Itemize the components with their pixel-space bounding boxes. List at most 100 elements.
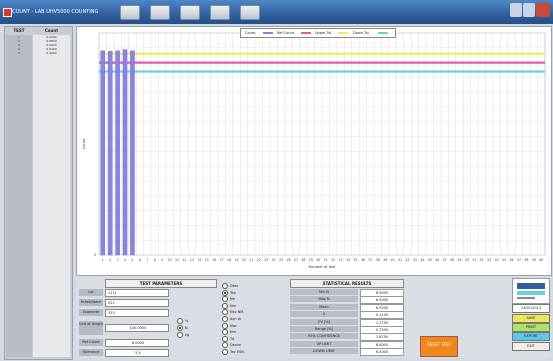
x-tick-label: 57 — [517, 258, 521, 262]
x-tick-label: 33 — [339, 258, 343, 262]
close-button[interactable] — [536, 3, 550, 17]
ref-count-label: Ref Count — [79, 339, 103, 346]
test-parameters-heading: TEST PARAMETERS — [105, 279, 217, 288]
x-axis-label: Number of test — [308, 265, 336, 269]
yarn-unit-radio[interactable]: den tk — [222, 316, 241, 322]
radio-circle-icon — [177, 318, 183, 324]
x-tick-label: 6 — [139, 258, 141, 262]
x-tick-label: 27 — [294, 258, 298, 262]
maximize-button[interactable] — [523, 3, 535, 17]
x-tick-label: 35 — [353, 258, 357, 262]
yarn-unit-label: Nec NM — [230, 310, 244, 315]
x-tick-label: 48 — [450, 258, 454, 262]
count-bar — [122, 49, 128, 256]
yarn-unit-radio[interactable]: Ne — [222, 296, 235, 303]
unit-radio-label: N — [185, 326, 188, 330]
y-tick-label: 0 — [94, 253, 96, 257]
exit-button[interactable]: EXIT — [512, 342, 550, 351]
x-tick-label: 39 — [383, 258, 387, 262]
pallet-label: Pallet/Batch — [79, 299, 103, 306]
lot-input[interactable]: 1111 — [105, 289, 169, 297]
unit-radio-0[interactable]: % — [177, 318, 188, 324]
x-tick-label: 37 — [368, 258, 372, 262]
yarn-unit-radio[interactable]: Nm — [222, 329, 237, 336]
unit-radio-1[interactable]: N — [177, 325, 188, 331]
ref-count-input[interactable]: 6.0000 — [105, 339, 169, 347]
test-parameters-panel: TEST PARAMETERS Lot 1111 Pallet/Batch 22… — [79, 279, 217, 358]
x-tick-label: 8 — [154, 258, 156, 262]
minimize-button[interactable] — [510, 3, 522, 17]
radio-circle-icon — [177, 332, 183, 338]
yarn-unit-radio[interactable]: Tex ESN — [222, 349, 244, 355]
yarn-unit-radio[interactable]: Dtex — [222, 283, 238, 289]
unit-radio-2[interactable]: kg — [177, 332, 189, 338]
count-bar — [115, 50, 120, 256]
x-tick-label: 44 — [420, 258, 424, 262]
yarn-unit-radio[interactable]: Tex — [222, 289, 236, 296]
x-tick-label: 46 — [435, 258, 439, 262]
yarn-unit-radio[interactable]: Denier — [222, 342, 242, 349]
x-tick-label: 54 — [495, 258, 499, 262]
x-tick-label: 32 — [331, 258, 335, 262]
yarn-unit-radio[interactable]: Nwr — [222, 322, 237, 329]
yarn-unit-radio[interactable]: Nm — [222, 302, 236, 309]
x-tick-label: 26 — [287, 258, 291, 262]
stat-label: Min N — [290, 289, 358, 295]
yarn-unit-label: Td — [230, 336, 235, 341]
stat-label: Max N — [290, 296, 358, 303]
x-tick-label: 28 — [301, 258, 305, 262]
x-tick-label: 7 — [146, 258, 148, 262]
x-tick-label: 30 — [316, 258, 320, 262]
x-tick-label: 55 — [502, 258, 506, 262]
toolbar-button-1[interactable] — [120, 5, 140, 20]
toolbar-button-5[interactable] — [240, 5, 260, 20]
examiner-input[interactable]: 333 — [105, 309, 169, 317]
save-button[interactable]: SAVE — [512, 314, 550, 323]
x-tick-label: 15 — [205, 258, 209, 262]
chart-svg: 1 2 3 4 5 6 7 8 9 10 11 12 13 14 15 16 17 18 19 20 21 22 23 24 2… — [82, 32, 546, 269]
test-number-list[interactable]: 12345 — [6, 35, 32, 357]
unit-radio-label: kg — [185, 333, 190, 337]
x-tick-label: 34 — [346, 258, 350, 262]
toolbar-button-3[interactable] — [180, 5, 200, 20]
export-button[interactable]: EXPORT — [512, 332, 550, 341]
x-tick-label: 53 — [487, 258, 491, 262]
x-tick-label: 17 — [220, 258, 224, 262]
x-tick-label: 13 — [190, 258, 194, 262]
test-column-header: TEST — [13, 28, 25, 33]
x-tick-label: 9 — [161, 258, 163, 262]
radio-circle-icon — [222, 296, 228, 303]
x-tick-label: 38 — [376, 258, 380, 262]
x-tick-label: 10 — [168, 258, 172, 262]
count-value-cell: 6.9000 — [46, 51, 57, 55]
x-tick-label: 58 — [524, 258, 528, 262]
count-value-list[interactable]: 6.9000 6.8800 6.9000 6.9400 6.9000 — [33, 35, 70, 357]
yarn-unit-radio[interactable]: Nec NM — [222, 309, 244, 316]
tolerance-input[interactable]: 5.5 — [105, 349, 169, 357]
toolbar-button-4[interactable] — [210, 5, 230, 20]
x-tick-label: 25 — [279, 258, 283, 262]
legend-upper-tol: Upper Tol — [315, 31, 332, 35]
pallet-input[interactable]: 222 — [105, 299, 169, 307]
yarn-unit-label: Nm — [230, 330, 237, 335]
yarn-unit-radio[interactable]: Td — [222, 335, 235, 342]
radio-circle-icon — [222, 316, 228, 322]
yarn-unit-label: Dtex — [230, 284, 239, 288]
radio-circle-icon — [177, 325, 183, 331]
x-tick-label: 21 — [249, 258, 253, 262]
count-chart: 1 2 3 4 5 6 7 8 9 10 11 12 13 14 15 16 17 18 19 20 21 22 23 24 2… — [76, 26, 552, 276]
legend-upper-swatch — [338, 32, 348, 34]
chart-legend: Count Ref Count Upper Tol Down Tol — [240, 28, 396, 38]
toolbar-button-2[interactable] — [150, 5, 170, 20]
date-display: 14/01/2013 — [512, 304, 550, 313]
count-bar — [130, 50, 135, 256]
print-button[interactable]: PRINT — [512, 323, 550, 332]
radio-circle-icon — [222, 342, 228, 349]
radio-circle-icon — [222, 302, 228, 309]
x-tick-label: 3 — [117, 258, 119, 262]
stat-label: S — [290, 311, 358, 318]
reset-test-button[interactable]: RESET TEST — [420, 336, 458, 357]
length-input[interactable]: 100.0000 — [105, 324, 169, 332]
count-bar — [107, 51, 113, 256]
x-tick-label: 24 — [272, 258, 276, 262]
